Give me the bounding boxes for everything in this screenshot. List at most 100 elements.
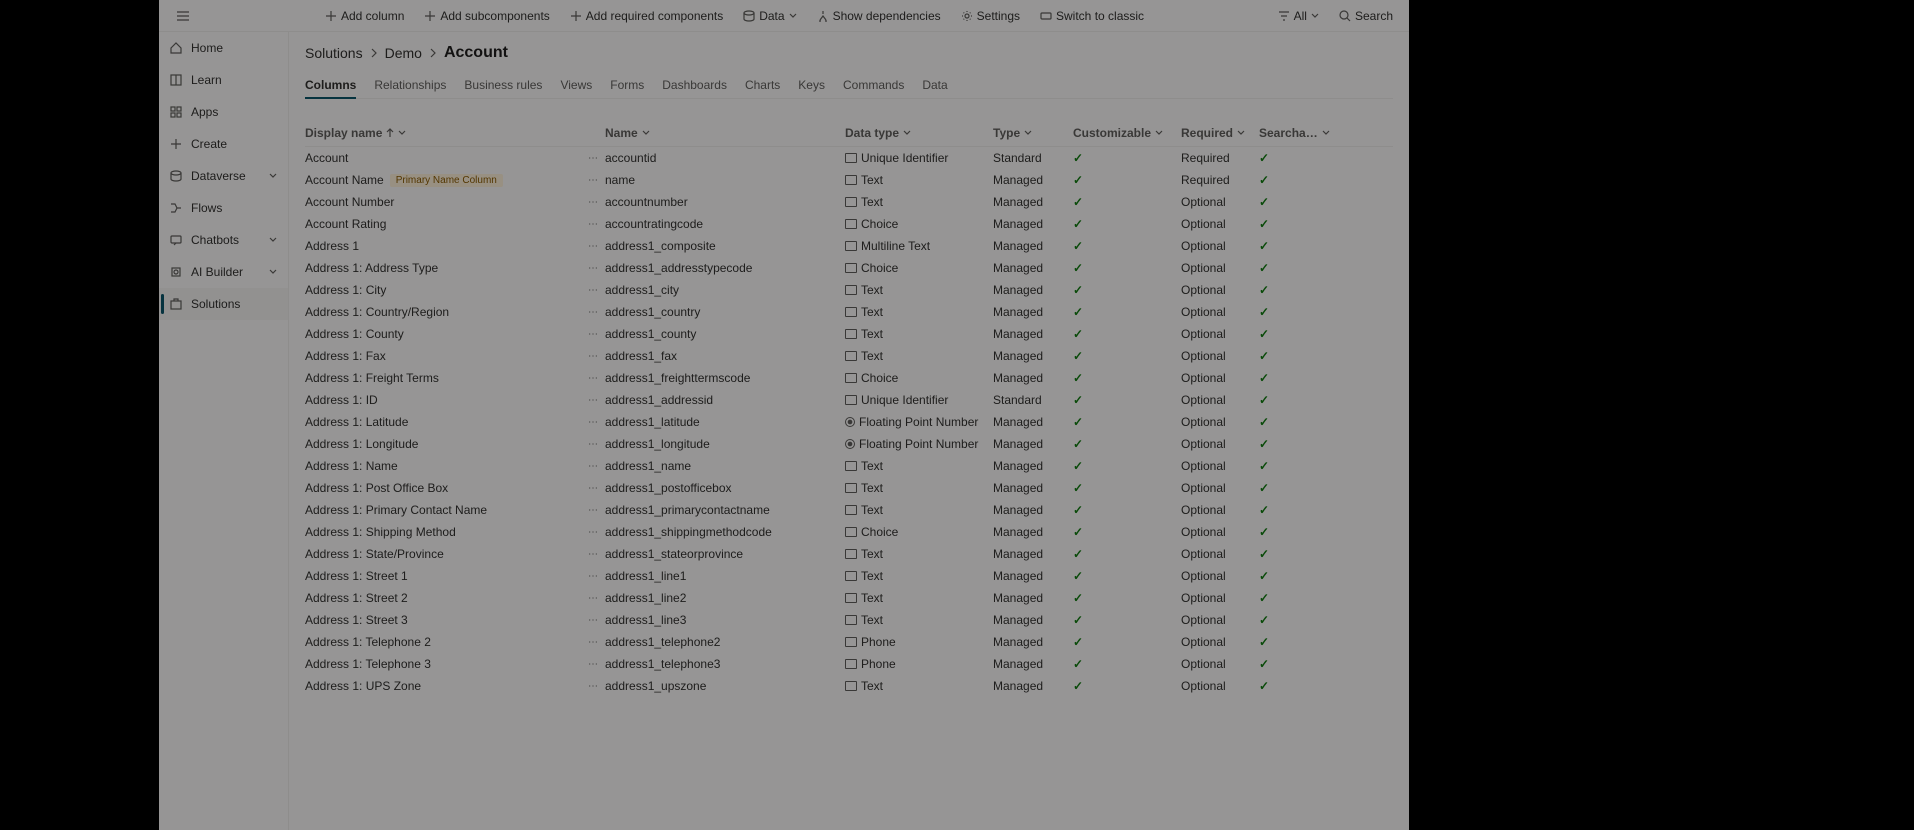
nav-dataverse[interactable]: Dataverse (159, 160, 288, 192)
nav-create[interactable]: Create (159, 128, 288, 160)
row-actions-button[interactable]: ⋯ (588, 175, 599, 186)
row-actions-button[interactable]: ⋯ (588, 659, 599, 670)
cell-required: Optional (1181, 459, 1259, 473)
data-menu-button[interactable]: Data (735, 0, 804, 32)
row-actions-button[interactable]: ⋯ (588, 549, 599, 560)
table-row[interactable]: Address 1: Freight Terms⋯address1_freigh… (305, 367, 1393, 389)
tab-columns[interactable]: Columns (305, 72, 356, 98)
table-row[interactable]: Address 1: Address Type⋯address1_address… (305, 257, 1393, 279)
table-row[interactable]: Address 1: Post Office Box⋯address1_post… (305, 477, 1393, 499)
table-row[interactable]: Account NamePrimary Name Column⋯nameText… (305, 169, 1393, 191)
col-required[interactable]: Required (1181, 126, 1259, 140)
table-row[interactable]: Address 1: State/Province⋯address1_state… (305, 543, 1393, 565)
row-actions-button[interactable]: ⋯ (588, 263, 599, 274)
col-display-name[interactable]: Display name (305, 126, 605, 140)
row-actions-button[interactable]: ⋯ (588, 373, 599, 384)
nav-home[interactable]: Home (159, 32, 288, 64)
table-row[interactable]: Address 1: Telephone 3⋯address1_telephon… (305, 653, 1393, 675)
table-row[interactable]: Address 1: City⋯address1_cityTextManaged… (305, 279, 1393, 301)
show-dependencies-button[interactable]: Show dependencies (809, 0, 949, 32)
tab-forms[interactable]: Forms (610, 72, 644, 98)
add-column-button[interactable]: Add column (317, 0, 412, 32)
cell-required: Optional (1181, 261, 1259, 275)
table-row[interactable]: Address 1: Country/Region⋯address1_count… (305, 301, 1393, 323)
table-row[interactable]: Address 1: Fax⋯address1_faxTextManaged✓O… (305, 345, 1393, 367)
text: Text (861, 195, 883, 209)
row-actions-button[interactable]: ⋯ (588, 483, 599, 494)
table-row[interactable]: Address 1: UPS Zone⋯address1_upszoneText… (305, 675, 1393, 697)
tab-relationships[interactable]: Relationships (374, 72, 446, 98)
table-row[interactable]: Address 1: Primary Contact Name⋯address1… (305, 499, 1393, 521)
row-actions-button[interactable]: ⋯ (588, 153, 599, 164)
row-actions-button[interactable]: ⋯ (588, 681, 599, 692)
tab-views[interactable]: Views (560, 72, 592, 98)
table-row[interactable]: Address 1: Street 2⋯address1_line2TextMa… (305, 587, 1393, 609)
row-actions-button[interactable]: ⋯ (588, 395, 599, 406)
settings-button[interactable]: Settings (953, 0, 1028, 32)
crumb-demo[interactable]: Demo (385, 45, 422, 61)
cell-data-type: Text (845, 305, 993, 319)
cell-data-type: Multiline Text (845, 239, 993, 253)
row-actions-button[interactable]: ⋯ (588, 461, 599, 472)
row-actions-button[interactable]: ⋯ (588, 505, 599, 516)
crumb-solutions[interactable]: Solutions (305, 45, 363, 61)
tab-business-rules[interactable]: Business rules (464, 72, 542, 98)
cell-display-name: Address 1: Longitude ⋯ (305, 437, 605, 451)
row-actions-button[interactable]: ⋯ (588, 241, 599, 252)
nav-solutions[interactable]: Solutions (159, 288, 288, 320)
filter-all-button[interactable]: All (1270, 0, 1327, 32)
row-actions-button[interactable]: ⋯ (588, 637, 599, 648)
nav-flows[interactable]: Flows (159, 192, 288, 224)
row-actions-button[interactable]: ⋯ (588, 307, 599, 318)
row-actions-button[interactable]: ⋯ (588, 571, 599, 582)
table-row[interactable]: Address 1: Latitude⋯address1_latitudeFlo… (305, 411, 1393, 433)
table-row[interactable]: Address 1: Street 3⋯address1_line3TextMa… (305, 609, 1393, 631)
row-actions-button[interactable]: ⋯ (588, 527, 599, 538)
tab-charts[interactable]: Charts (745, 72, 780, 98)
row-actions-button[interactable]: ⋯ (588, 219, 599, 230)
nav-ai-builder[interactable]: AI Builder (159, 256, 288, 288)
col-name[interactable]: Name (605, 126, 845, 140)
switch-classic-button[interactable]: Switch to classic (1032, 0, 1152, 32)
row-actions-button[interactable]: ⋯ (588, 285, 599, 296)
label: Show dependencies (833, 9, 941, 23)
col-data-type[interactable]: Data type (845, 126, 993, 140)
col-customizable[interactable]: Customizable (1073, 126, 1181, 140)
nav-apps[interactable]: Apps (159, 96, 288, 128)
tab-dashboards[interactable]: Dashboards (662, 72, 727, 98)
tab-commands[interactable]: Commands (843, 72, 904, 98)
table-row[interactable]: Address 1: ID⋯address1_addressidUnique I… (305, 389, 1393, 411)
nav-toggle-button[interactable] (167, 0, 199, 32)
table-row[interactable]: Account⋯accountidUnique IdentifierStanda… (305, 147, 1393, 169)
text: Address 1: Longitude (305, 437, 418, 451)
label: Dataverse (191, 169, 246, 183)
row-actions-button[interactable]: ⋯ (588, 417, 599, 428)
table-row[interactable]: Address 1: Street 1⋯address1_line1TextMa… (305, 565, 1393, 587)
nav-learn[interactable]: Learn (159, 64, 288, 96)
table-row[interactable]: Account Number⋯accountnumberTextManaged✓… (305, 191, 1393, 213)
add-required-button[interactable]: Add required components (562, 0, 731, 32)
search-button[interactable]: Search (1331, 0, 1401, 32)
tab-data[interactable]: Data (922, 72, 947, 98)
col-searchable[interactable]: Searcha… (1259, 126, 1329, 140)
row-actions-button[interactable]: ⋯ (588, 329, 599, 340)
side-nav: Home Learn Apps Create Dataverse Flows C… (159, 32, 289, 830)
chat-icon (169, 233, 183, 247)
row-actions-button[interactable]: ⋯ (588, 593, 599, 604)
table-row[interactable]: Address 1⋯address1_compositeMultiline Te… (305, 235, 1393, 257)
nav-chatbots[interactable]: Chatbots (159, 224, 288, 256)
row-actions-button[interactable]: ⋯ (588, 615, 599, 626)
row-actions-button[interactable]: ⋯ (588, 197, 599, 208)
table-row[interactable]: Address 1: County⋯address1_countyTextMan… (305, 323, 1393, 345)
add-subcomponents-button[interactable]: Add subcomponents (416, 0, 557, 32)
row-actions-button[interactable]: ⋯ (588, 439, 599, 450)
table-row[interactable]: Address 1: Name⋯address1_nameTextManaged… (305, 455, 1393, 477)
cell-type: Managed (993, 217, 1073, 231)
col-type[interactable]: Type (993, 126, 1073, 140)
row-actions-button[interactable]: ⋯ (588, 351, 599, 362)
table-row[interactable]: Address 1: Shipping Method⋯address1_ship… (305, 521, 1393, 543)
table-row[interactable]: Address 1: Longitude⋯address1_longitudeF… (305, 433, 1393, 455)
table-row[interactable]: Account Rating⋯accountratingcodeChoiceMa… (305, 213, 1393, 235)
table-row[interactable]: Address 1: Telephone 2⋯address1_telephon… (305, 631, 1393, 653)
tab-keys[interactable]: Keys (798, 72, 825, 98)
